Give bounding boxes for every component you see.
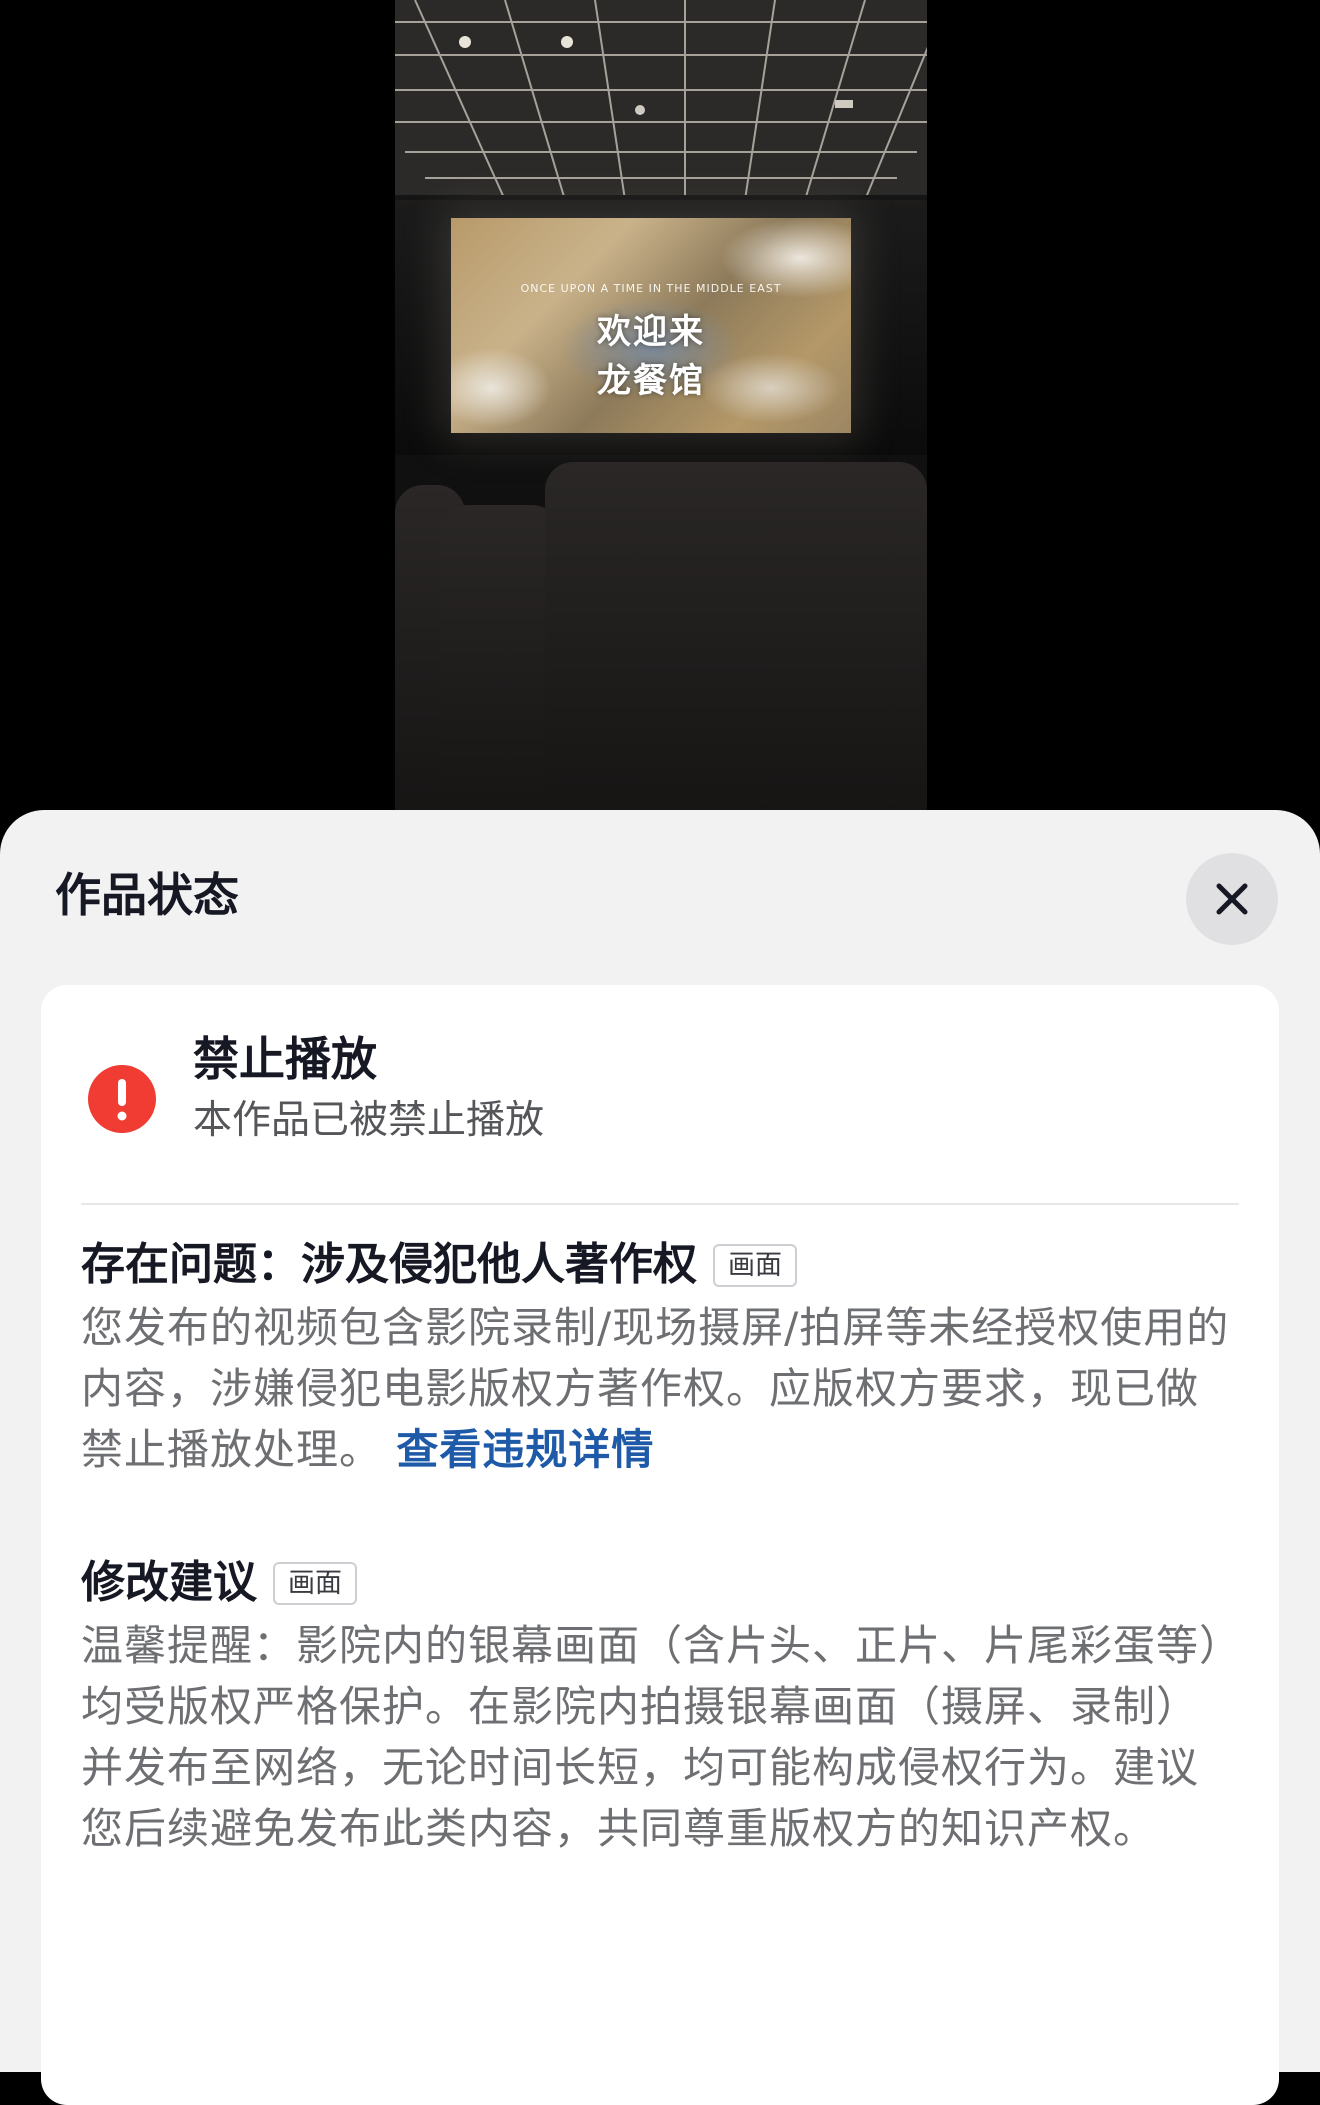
- view-violation-details-link[interactable]: 查看违规详情: [396, 1425, 654, 1474]
- suggestion-label: 修改建议: [81, 1557, 257, 1608]
- cinema-screen: ONCE UPON A TIME IN THE MIDDLE EAST 欢迎来 …: [451, 218, 851, 433]
- suggestion-text: 温馨提醒：影院内的银幕画面（含片头、正片、片尾彩蛋等）均受版权严格保护。在影院内…: [81, 1621, 1222, 1853]
- close-button[interactable]: [1186, 853, 1278, 945]
- status-description: 本作品已被禁止播放: [193, 1098, 545, 1143]
- video-preview[interactable]: ONCE UPON A TIME IN THE MIDDLE EAST 欢迎来 …: [0, 0, 1320, 810]
- close-icon: [1216, 883, 1248, 915]
- status-sheet: 作品状态 禁止播放 本作品已被禁止播放 存在问题：涉及侵犯他人著作权 画面 您发…: [0, 810, 1320, 2105]
- issue-label: 存在问题：涉及侵犯他人著作权: [81, 1239, 697, 1290]
- screen-arc-text: ONCE UPON A TIME IN THE MIDDLE EAST: [520, 282, 782, 295]
- status-title: 禁止播放: [193, 1032, 377, 1086]
- screen-title-line2: 龙餐馆: [597, 361, 705, 401]
- sheet-title: 作品状态: [55, 868, 239, 922]
- issue-heading: 存在问题：涉及侵犯他人著作权 画面: [81, 1243, 797, 1287]
- seat-middle: [440, 505, 560, 810]
- status-card: 禁止播放 本作品已被禁止播放 存在问题：涉及侵犯他人著作权 画面 您发布的视频包…: [41, 985, 1279, 2105]
- exclamation-circle-icon: [88, 1065, 156, 1133]
- issue-description: 您发布的视频包含影院录制/现场摄屏/拍屏等未经授权使用的内容，涉嫌侵犯电影版权方…: [81, 1303, 1230, 1474]
- screen-title-line1: 欢迎来: [597, 312, 705, 352]
- issue-text: 您发布的视频包含影院录制/现场摄屏/拍屏等未经授权使用的内容，涉嫌侵犯电影版权方…: [81, 1297, 1241, 1480]
- suggestion-heading: 修改建议 画面: [81, 1561, 357, 1605]
- ceiling-grid: [395, 0, 927, 200]
- seat-right: [545, 462, 927, 810]
- screen-title: 欢迎来 龙餐馆: [451, 304, 851, 402]
- suggestion-tag: 画面: [273, 1561, 357, 1605]
- issue-tag: 画面: [713, 1243, 797, 1287]
- divider: [81, 1203, 1239, 1205]
- video-frame[interactable]: ONCE UPON A TIME IN THE MIDDLE EAST 欢迎来 …: [395, 0, 927, 810]
